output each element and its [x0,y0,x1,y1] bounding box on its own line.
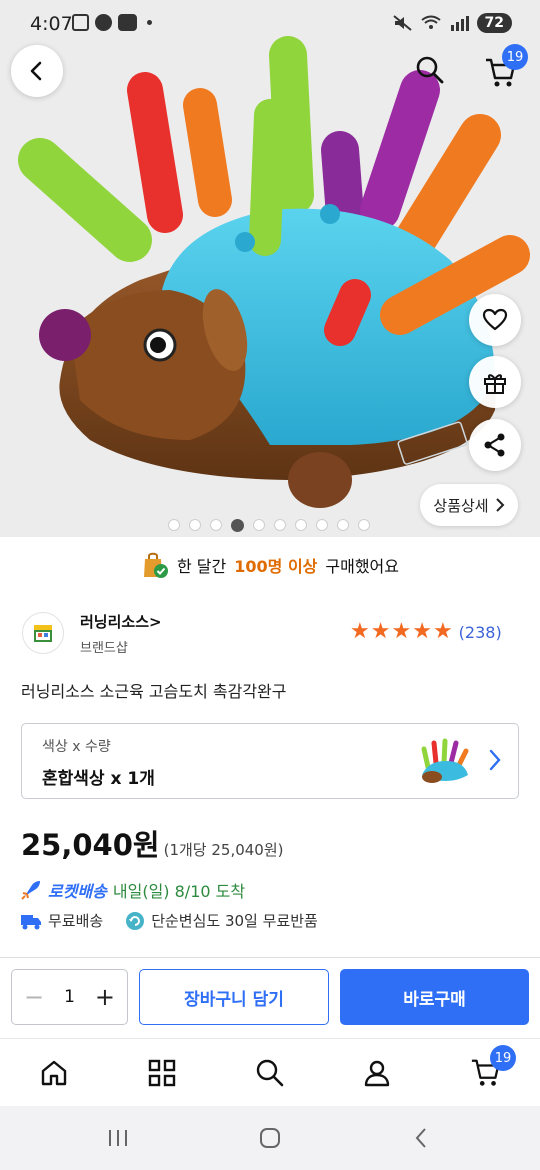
system-navigation-bar [0,1106,540,1170]
decrease-quantity-button[interactable]: − [24,983,44,1011]
bottom-navigation: 19 [0,1038,540,1106]
product-title: 러닝리소스 소근육 고슴도치 촉감각완구 [21,682,287,701]
star-icon: ★ [391,619,412,644]
carousel-dot[interactable] [274,519,286,531]
gift-button[interactable] [469,356,521,408]
carousel-dot[interactable] [337,519,349,531]
carousel-dot[interactable] [253,519,265,531]
product-photo [0,0,540,537]
purchase-prefix: 한 달간 [177,557,227,576]
status-system-icons: 72 [392,13,512,33]
seller-subtitle: 브랜드샵 [80,641,128,656]
shopping-bag-check-icon [144,552,168,578]
heart-icon [482,308,508,331]
rating-summary[interactable]: ★ ★ ★ ★ ★ (238) [350,621,502,643]
wifi-icon [420,15,441,29]
rocket-label: 로켓배송 [48,882,107,901]
mute-icon [392,15,412,31]
home-icon [41,1060,67,1086]
return-icon [126,911,145,930]
chevron-right-icon: > [149,613,162,631]
carousel-dot[interactable] [358,519,370,531]
review-count: (238) [458,622,502,642]
quantity-stepper: − 1 + [11,969,128,1025]
product-detail-label: 상품상세 [433,496,489,515]
search-icon [256,1059,284,1087]
status-bar: 4:07 72 [0,0,540,50]
chevron-right-icon [489,749,501,771]
cart-count-badge: 19 [490,1045,516,1071]
chevron-right-icon [495,498,505,512]
star-icon: ★ [432,619,453,644]
nav-cart[interactable]: 19 [466,1045,516,1093]
seller-logo[interactable] [22,612,64,654]
increase-quantity-button[interactable]: + [95,983,115,1011]
rocket-delivery-info: 로켓배송 내일(일) 8/10 도착 [20,878,245,902]
carousel-dot[interactable] [168,519,180,531]
recent-apps-icon[interactable] [106,1126,130,1150]
carousel-dot-active[interactable] [231,519,244,532]
signal-icon [450,16,469,31]
wishlist-button[interactable] [469,294,521,346]
free-shipping-label: 무료배송 [48,912,104,930]
seller-name: 러닝리소스 [80,613,150,631]
chevron-left-icon [30,61,42,81]
search-button[interactable] [410,50,450,90]
status-notification-icons [72,14,152,31]
carousel-dot[interactable] [295,519,307,531]
battery-indicator: 72 [476,13,512,33]
star-icon: ★ [370,619,391,644]
back-nav-icon[interactable] [410,1126,434,1150]
search-icon [416,56,444,84]
app-notification-icon [118,14,137,31]
cart-button[interactable]: 19 [482,44,528,92]
product-image-carousel[interactable]: 4:07 72 19 상품상세 [0,0,540,537]
shipping-info: 무료배송 단순변심도 30일 무료반품 [20,910,318,931]
seller-name-link[interactable]: 러닝리소스> [80,611,162,632]
unit-price: (1개당 25,040원) [163,841,284,859]
star-icon: ★ [350,619,370,644]
cart-count-badge: 19 [502,44,528,70]
share-button[interactable] [469,419,521,471]
carousel-dot[interactable] [189,519,201,531]
back-button[interactable] [11,45,63,97]
carousel-dot[interactable] [210,519,222,531]
price-amount: 25,040원 [21,828,160,862]
category-icon [148,1059,176,1087]
purchase-count-banner: 한 달간 100명 이상 구매했어요 [0,546,540,584]
add-to-cart-button[interactable]: 장바구니 담기 [139,969,329,1025]
product-detail-button[interactable]: 상품상세 [420,484,518,526]
screenshot-icon [72,14,89,31]
option-selector[interactable]: 색상 x 수량 혼합색상 x 1개 [21,723,519,799]
purchase-action-bar: − 1 + 장바구니 담기 바로구매 [0,957,540,1037]
truck-icon [21,914,41,929]
carousel-indicator [168,519,370,532]
storefront-icon [34,625,52,642]
carousel-dot[interactable] [316,519,328,531]
home-button-icon[interactable] [258,1126,282,1150]
star-icon: ★ [412,619,432,644]
option-thumbnail [421,738,469,783]
nav-home[interactable] [34,1053,74,1093]
nav-my-page[interactable] [357,1053,397,1093]
talk-icon [95,14,112,31]
quantity-value[interactable]: 1 [64,987,75,1007]
product-page: 4:07 72 19 상품상세 한 달간 100명 이상 구매했어요 러닝리소스… [0,0,540,1170]
user-icon [364,1060,390,1087]
purchase-suffix: 구매했어요 [325,557,399,576]
buy-now-button[interactable]: 바로구매 [340,969,529,1025]
rocket-icon [21,881,40,900]
nav-category[interactable] [142,1053,182,1093]
purchase-highlight: 100명 이상 [234,557,318,576]
option-label: 색상 x 수량 [42,739,111,755]
price-block: 25,040원 (1개당 25,040원) [21,822,284,864]
more-notifications-icon [147,20,152,25]
arrival-date: 내일(일) 8/10 도착 [112,882,246,901]
status-time: 4:07 [30,13,73,35]
nav-search[interactable] [250,1053,290,1093]
gift-icon [484,374,506,394]
option-value: 혼합색상 x 1개 [42,769,155,789]
share-icon [484,433,505,457]
free-return-label: 단순변심도 30일 무료반품 [151,912,318,930]
